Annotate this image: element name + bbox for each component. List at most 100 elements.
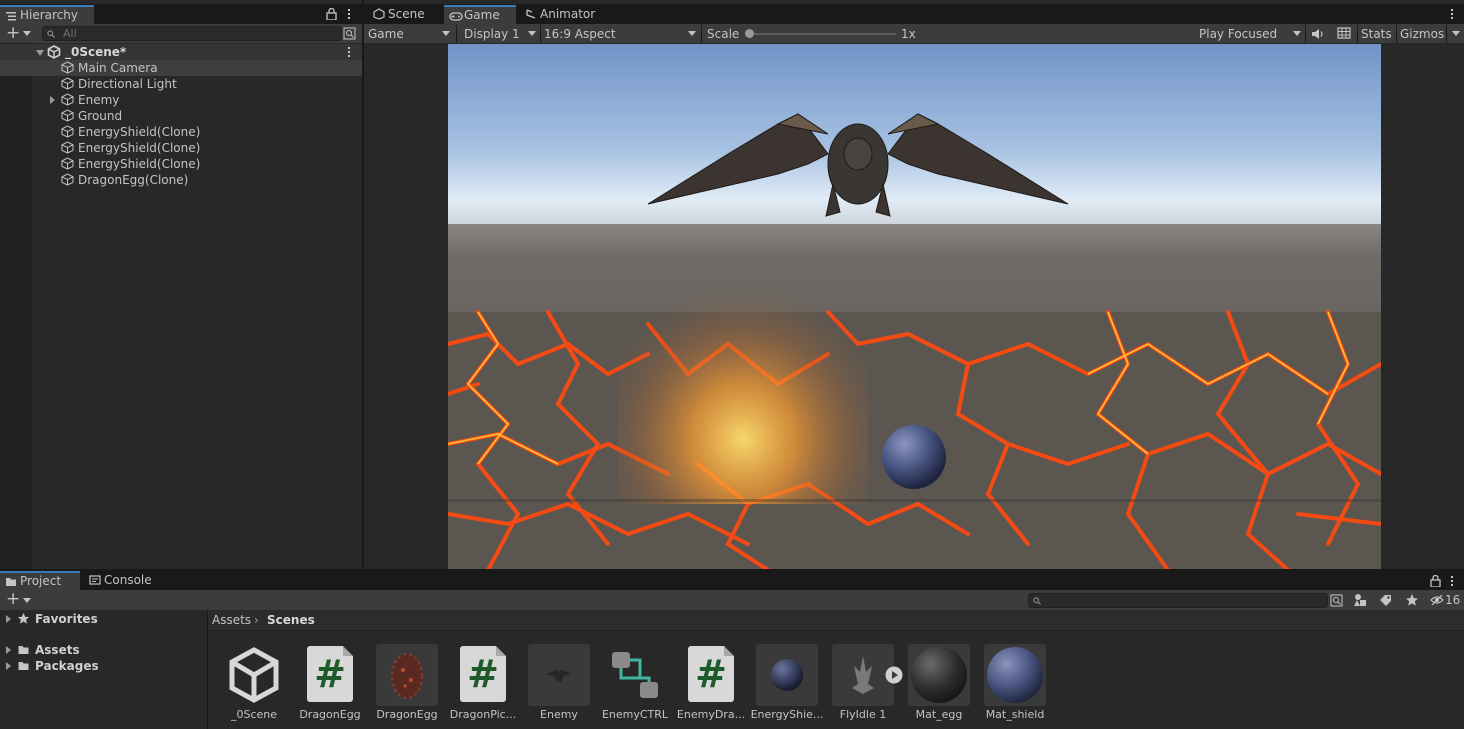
aspect-dropdown[interactable]: 16:9 Aspect — [544, 25, 616, 43]
asset-label: _0Scene — [230, 708, 278, 721]
project-lock-icon[interactable] — [1430, 575, 1441, 587]
project-add-dropdown-icon[interactable] — [23, 598, 31, 603]
hierarchy-item[interactable]: Ground — [0, 108, 362, 124]
hierarchy-panel: Hierarchy + All _0Scene* Main Camera Dire… — [0, 0, 362, 570]
tab-hierarchy[interactable]: Hierarchy — [0, 5, 94, 24]
toolbar-separator — [701, 25, 702, 43]
toolbar-separator — [1305, 25, 1306, 43]
expand-arrow-icon[interactable] — [6, 646, 11, 654]
gizmos-button[interactable]: Gizmos — [1400, 25, 1444, 43]
hierarchy-item[interactable]: DragonEgg(Clone) — [0, 172, 362, 188]
project-menu-icon[interactable] — [1450, 574, 1454, 588]
add-icon[interactable]: + — [6, 25, 20, 42]
scale-slider-track[interactable] — [748, 33, 896, 35]
game-render-viewport[interactable] — [448, 44, 1381, 570]
aspect-grid-icon[interactable] — [1337, 27, 1351, 40]
expand-arrow-icon[interactable] — [6, 662, 11, 670]
hierarchy-menu-icon[interactable] — [347, 7, 351, 21]
material-sphere-blue-icon — [987, 647, 1043, 703]
stats-button[interactable]: Stats — [1361, 25, 1392, 43]
display-value: Display 1 — [464, 27, 520, 41]
gameobject-cube-icon — [61, 157, 74, 170]
aspect-arrow-icon[interactable] — [688, 31, 696, 36]
asset-label: DragonEgg — [376, 708, 438, 721]
csharp-script-icon: # — [688, 646, 734, 702]
breadcrumb-assets[interactable]: Assets — [212, 610, 251, 630]
hierarchy-item-label: Enemy — [78, 93, 120, 107]
play-preview-icon[interactable] — [885, 666, 903, 684]
game-view-menu-icon[interactable] — [1450, 7, 1454, 21]
asset-label: EnergyShie... — [750, 708, 824, 721]
hierarchy-item[interactable]: EnergyShield(Clone) — [0, 140, 362, 156]
energy-shield-preview-icon — [771, 659, 803, 691]
gameobject-cube-icon — [61, 77, 74, 90]
tab-game[interactable]: Game — [444, 5, 516, 24]
breadcrumb-scenes[interactable]: Scenes — [267, 610, 315, 630]
speaker-icon[interactable] — [1311, 28, 1325, 40]
animator-icon — [526, 9, 536, 19]
folder-icon — [6, 578, 16, 586]
hierarchy-item-label: EnergyShield(Clone) — [78, 157, 201, 171]
gameobject-cube-icon — [61, 61, 74, 74]
star-icon — [17, 612, 30, 624]
tree-assets[interactable]: Assets — [0, 642, 207, 658]
filter-by-type-icon[interactable] — [1353, 593, 1367, 607]
play-mode-dropdown[interactable]: Play Focused — [1199, 25, 1277, 43]
hierarchy-item-label: EnergyShield(Clone) — [78, 141, 201, 155]
tab-scene[interactable]: Scene — [368, 5, 442, 24]
display-arrow-icon[interactable] — [528, 31, 536, 36]
folder-icon — [18, 662, 29, 670]
gizmos-arrow-icon[interactable] — [1452, 31, 1460, 36]
search-icon — [47, 30, 55, 38]
tab-console-label: Console — [104, 573, 152, 587]
tab-hierarchy-label: Hierarchy — [20, 8, 79, 22]
tab-game-label: Game — [464, 8, 500, 22]
hierarchy-search-input[interactable]: All — [42, 26, 342, 41]
project-add-icon[interactable]: + — [6, 591, 20, 608]
lock-icon[interactable] — [326, 8, 337, 20]
dragon-egg-preview-icon — [391, 653, 423, 699]
hierarchy-item[interactable]: Enemy — [0, 92, 362, 108]
asset-label: Mat_egg — [915, 708, 963, 721]
scale-label: Scale — [707, 27, 740, 41]
hierarchy-item[interactable]: EnergyShield(Clone) — [0, 124, 362, 140]
project-search-input[interactable] — [1028, 593, 1328, 608]
asset-label: EnemyCTRL — [601, 708, 669, 721]
gamepad-icon — [449, 12, 463, 21]
expand-arrow-icon[interactable] — [50, 96, 55, 104]
tab-animator[interactable]: Animator — [520, 5, 604, 24]
tree-packages[interactable]: Packages — [0, 658, 207, 674]
hierarchy-item-label: Main Camera — [78, 61, 158, 75]
scene-menu-icon[interactable] — [347, 45, 351, 59]
scene-tab-icon — [373, 8, 385, 20]
display-dropdown[interactable]: Display 1 — [464, 25, 520, 43]
tab-console[interactable]: Console — [84, 571, 158, 590]
unity-scene-icon — [47, 45, 61, 59]
search-by-type-icon[interactable] — [343, 27, 356, 40]
hierarchy-item-label: Directional Light — [78, 77, 177, 91]
toolbar-separator — [540, 25, 541, 43]
scene-row[interactable]: _0Scene* — [0, 44, 362, 60]
asset-label: FlyIdle 1 — [839, 708, 887, 721]
toolbar-separator — [1357, 25, 1358, 43]
hierarchy-item[interactable]: Directional Light — [0, 76, 362, 92]
hierarchy-item[interactable]: EnergyShield(Clone) — [0, 156, 362, 172]
game-mode-arrow-icon[interactable] — [442, 31, 450, 36]
hidden-packages-icon[interactable] — [1430, 594, 1444, 606]
tree-favorites[interactable]: Favorites — [0, 611, 207, 627]
expand-arrow-icon[interactable] — [6, 615, 11, 623]
tab-project[interactable]: Project — [0, 571, 80, 590]
hierarchy-list-icon — [6, 12, 16, 21]
play-mode-arrow-icon[interactable] — [1293, 31, 1301, 36]
game-mode-dropdown[interactable]: Game — [368, 25, 404, 43]
stats-label: Stats — [1361, 27, 1392, 41]
scale-slider-handle[interactable] — [745, 29, 754, 38]
add-dropdown-icon[interactable] — [23, 31, 31, 36]
search-in-project-icon[interactable] — [1330, 594, 1343, 607]
expand-arrow-icon[interactable] — [36, 50, 44, 56]
breadcrumb: Assets › Scenes — [208, 610, 1464, 631]
filter-by-label-icon[interactable] — [1379, 594, 1392, 607]
folder-icon — [18, 646, 29, 654]
favorites-star-icon[interactable] — [1405, 593, 1419, 607]
hierarchy-item[interactable]: Main Camera — [0, 60, 362, 76]
